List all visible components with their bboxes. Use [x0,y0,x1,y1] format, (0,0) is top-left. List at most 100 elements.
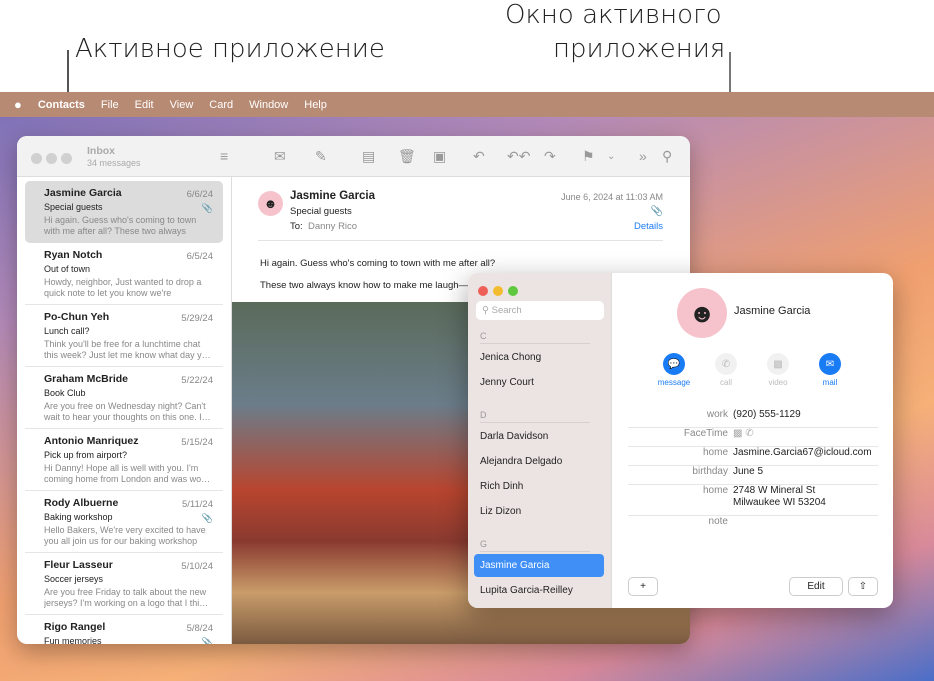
action-video[interactable]: ▩ video [758,353,798,387]
reply-all-icon[interactable]: ↶↶ [507,148,530,165]
message-item[interactable]: Rigo Rangel 5/8/24 Fun memories 📎 [25,615,223,644]
section-header: C [480,331,590,344]
field-label: FaceTime [683,428,728,439]
edit-button[interactable]: Edit [789,577,843,596]
field-FaceTime: FaceTime ▩ ✆ [628,428,878,447]
mail-icon: ✉ [819,353,841,375]
reply-icon[interactable]: ↶ [473,148,485,165]
contact-item[interactable]: Jenny Court [480,377,534,388]
sender-name: Jasmine Garcia [290,190,376,202]
archive-icon[interactable]: ▤ [362,148,375,165]
menu-view[interactable]: View [170,99,194,111]
menu-card[interactable]: Card [209,99,233,111]
message-icon: 💬 [663,353,685,375]
phone-icon[interactable]: ✆ [745,428,753,439]
message-item[interactable]: Fleur Lasseur 5/10/24 Soccer jerseys Are… [25,553,223,615]
message-date: June 6, 2024 at 11:03 AM [561,192,663,202]
new-message-icon[interactable]: ✉ [274,148,286,165]
menu-help[interactable]: Help [304,99,327,111]
date: 5/11/24 [182,499,213,510]
message-item[interactable]: Antonio Manriquez 5/15/24 Pick up from a… [25,429,223,491]
subject: Fun memories [44,636,102,644]
video-icon[interactable]: ▩ [733,428,742,439]
message-item[interactable]: Jasmine Garcia 6/6/24 Special guests 📎 H… [25,181,223,243]
field-value[interactable]: 2748 W Mineral St Milwaukee WI 53204 [733,485,826,509]
filter-icon[interactable]: ≡ [220,148,228,164]
date: 5/15/24 [181,437,213,448]
menu-file[interactable]: File [101,99,119,111]
subject: Special guests [44,202,103,212]
recipient-name[interactable]: Danny Rico [308,221,357,232]
action-label: video [768,378,788,387]
field-value[interactable]: Jasmine.Garcia67@icloud.com [733,447,872,459]
preview: Think you'll be free for a lunchtime cha… [44,339,211,360]
message-count: 34 messages [87,158,141,168]
field-value[interactable]: (920) 555-1129 [733,409,801,421]
contact-item[interactable]: Jenica Chong [480,352,541,363]
contact-item[interactable]: Alejandra Delgado [480,456,562,467]
video-icon: ▩ [767,353,789,375]
to-label: To: [290,221,303,232]
mail-toolbar: Inbox 34 messages ≡ ✉ ✎ ▤ 🗑 ▣ ↶ ↶↶ ↷ ⚑ ⌄… [17,136,690,177]
junk-icon[interactable]: ▣ [433,148,446,165]
date: 5/29/24 [181,313,213,324]
contact-item[interactable]: Liz Dizon [480,506,521,517]
contact-item[interactable]: Jasmine Garcia [474,554,604,577]
preview: Howdy, neighbor, Just wanted to drop a q… [44,277,202,298]
action-mail[interactable]: ✉ mail [810,353,850,387]
call-icon: ✆ [715,353,737,375]
search-input[interactable]: ⚲ Search [476,301,604,320]
message-item[interactable]: Rody Albuerne 5/11/24 Baking workshop 📎 … [25,491,223,553]
field-value[interactable]: June 5 [733,466,763,478]
message-item[interactable]: Po-Chun Yeh 5/29/24 Lunch call? Think yo… [25,305,223,367]
preview: Hello Bakers, We're very excited to have… [44,525,206,546]
message-subject: Special guests [290,206,352,217]
callout-line [67,50,69,92]
add-button[interactable]: + [628,577,658,596]
field-label: home [702,447,728,458]
subject: Pick up from airport? [44,450,128,460]
field-work: work (920) 555-1129 [628,409,878,428]
contact-item[interactable]: Darla Davidson [480,431,548,442]
share-button[interactable]: ⇧ [848,577,878,596]
contact-item[interactable]: Lupita Garcia-Reilley [480,585,573,596]
contact-card: ☻ Jasmine Garcia 💬 message ✆ call ▩ video ✉ mai… [612,273,893,608]
flag-icon[interactable]: ⚑ [582,148,595,165]
field-home: home Jasmine.Garcia67@icloud.com [628,447,878,466]
search-icon[interactable]: ⚲ [662,148,672,165]
mailbox-title: Inbox [87,145,115,157]
trash-icon[interactable]: 🗑 [398,148,416,165]
contact-name: Jasmine Garcia [734,305,811,317]
contacts-window: ⚲ Search C Jenica Chong Jenny Court D Darla … [468,273,893,608]
menu-window[interactable]: Window [249,99,288,111]
subject: Soccer jerseys [44,574,104,584]
subject: Baking workshop [44,512,113,522]
facetime-icons[interactable]: ▩ ✆ [733,428,754,440]
message-item[interactable]: Ryan Notch 6/5/24 Out of town Howdy, nei… [25,243,223,305]
menu-edit[interactable]: Edit [135,99,154,111]
chevron-down-icon[interactable]: ⌄ [607,151,615,162]
subject: Book Club [44,388,86,398]
details-link[interactable]: Details [634,221,663,232]
apple-icon[interactable]: ● [14,97,22,112]
action-message[interactable]: 💬 message [654,353,694,387]
message-list: Jasmine Garcia 6/6/24 Special guests 📎 H… [17,177,232,644]
window-controls[interactable] [478,283,523,301]
address-line-2: Milwaukee WI 53204 [733,497,826,508]
action-call[interactable]: ✆ call [706,353,746,387]
contact-item[interactable]: Rich Dinh [480,481,523,492]
window-controls[interactable] [31,151,76,169]
message-item[interactable]: Graham McBride 5/22/24 Book Club Are you… [25,367,223,429]
more-icon[interactable]: » [639,148,647,164]
attachment-icon: 📎 [650,206,663,217]
body-line-1: Hi again. Guess who's coming to town wit… [260,258,496,269]
field-label: note [708,516,728,527]
attachment-icon: 📎 [201,203,213,213]
address-line-1: 2748 W Mineral St [733,485,816,496]
callout-active-window: Окно активного [505,0,722,30]
forward-icon[interactable]: ↷ [544,148,556,165]
preview: Are you free Friday to talk about the ne… [44,587,209,608]
menu-contacts[interactable]: Contacts [38,99,85,111]
compose-icon[interactable]: ✎ [315,148,327,165]
callout-active-window-2: приложения [553,34,726,64]
